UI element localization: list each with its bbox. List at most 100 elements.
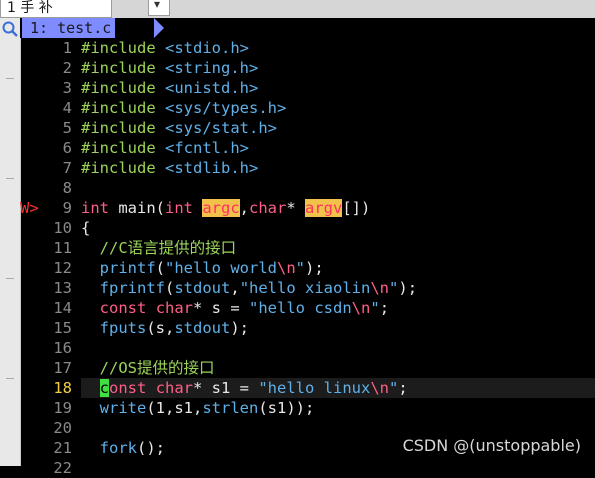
code-line[interactable]: 10 { bbox=[20, 218, 595, 238]
code-line[interactable]: 13 fprintf(stdout,"hello xiaolin\n"); bbox=[20, 278, 595, 298]
code-line[interactable]: 5 #include <sys/stat.h> bbox=[20, 118, 595, 138]
code-token: fputs bbox=[99, 319, 147, 337]
code-line[interactable]: 20 bbox=[20, 418, 595, 438]
code-token: , bbox=[239, 199, 250, 217]
code-line[interactable]: 14 const char* s = "hello csdn\n"; bbox=[20, 298, 595, 318]
code-token: #include bbox=[81, 39, 156, 57]
code-token: <stdio.h> bbox=[165, 39, 249, 57]
code-token: ; bbox=[379, 299, 390, 317]
warning-sign: W> bbox=[20, 199, 39, 217]
code-line[interactable]: 8 bbox=[20, 178, 595, 198]
code-line[interactable]: 17 //OS提供的接口 bbox=[20, 358, 595, 378]
code-token: argv bbox=[305, 199, 343, 217]
code-token: (s1)); bbox=[258, 399, 315, 417]
code-token: //C语言提供的接口 bbox=[99, 239, 237, 257]
line-number: 19 bbox=[53, 399, 72, 417]
code-line[interactable]: 11 //C语言提供的接口 bbox=[20, 238, 595, 258]
code-token: <unistd.h> bbox=[165, 79, 259, 97]
code-token: #include bbox=[81, 119, 156, 137]
code-text: fputs(s,stdout); bbox=[81, 318, 249, 338]
code-token: "hello linux bbox=[258, 379, 371, 397]
line-number: 4 bbox=[62, 99, 72, 117]
code-line[interactable]: 19 write(1,s1,strlen(s1)); bbox=[20, 398, 595, 418]
line-number: 18 bbox=[53, 379, 72, 397]
line-number: 13 bbox=[53, 279, 72, 297]
buffer-tab[interactable]: 1: test.c bbox=[22, 18, 116, 38]
code-line[interactable]: 1 #include <stdio.h> bbox=[20, 38, 595, 58]
code-text: write(1,s1,strlen(s1)); bbox=[81, 398, 315, 418]
code-text: //OS提供的接口 bbox=[81, 358, 215, 378]
sidebar-divider bbox=[6, 378, 14, 379]
code-line[interactable]: 15 fputs(s,stdout); bbox=[20, 318, 595, 338]
code-token: #include bbox=[81, 79, 156, 97]
code-token: #include bbox=[81, 59, 156, 77]
watermark: CSDN @(unstoppable) bbox=[402, 436, 581, 455]
code-token: char bbox=[155, 379, 194, 397]
code-text: #include <unistd.h> bbox=[81, 78, 258, 98]
window-tab-label: 1 手 补 bbox=[7, 0, 53, 16]
code-token: ); bbox=[398, 279, 418, 297]
code-token: (s, bbox=[146, 319, 175, 337]
code-text: //C语言提供的接口 bbox=[81, 238, 237, 258]
code-line[interactable]: W> 9 int main(int argc,char* argv[]) bbox=[20, 198, 595, 218]
code-token: * bbox=[286, 199, 306, 217]
code-line[interactable]: 3 #include <unistd.h> bbox=[20, 78, 595, 98]
code-token: #include bbox=[81, 159, 156, 177]
line-number: 21 bbox=[53, 439, 72, 457]
window-top-strip: 1 手 补 ▾ bbox=[0, 0, 595, 18]
code-token: argc bbox=[202, 199, 240, 217]
code-line[interactable]: 2 #include <string.h> bbox=[20, 58, 595, 78]
code-line[interactable]: 7 #include <stdlib.h> bbox=[20, 158, 595, 178]
search-icon[interactable] bbox=[1, 20, 19, 38]
code-token: "hello xiaolin bbox=[239, 279, 371, 297]
code-token: <sys/types.h> bbox=[165, 99, 287, 117]
vim-tabline: 1: test.c bbox=[20, 18, 595, 38]
line-number: 9 bbox=[62, 199, 72, 217]
code-text: const char* s1 = "hello linux\n"; bbox=[81, 378, 595, 398]
line-number: 7 bbox=[62, 159, 72, 177]
code-token: fork bbox=[99, 439, 137, 457]
sidebar-divider bbox=[6, 78, 14, 79]
code-token: onst bbox=[109, 379, 147, 397]
code-line[interactable]: 6 #include <fcntl.h> bbox=[20, 138, 595, 158]
line-number: 2 bbox=[62, 59, 72, 77]
line-number: 15 bbox=[53, 319, 72, 337]
code-text: const char* s = "hello csdn\n"; bbox=[81, 298, 389, 318]
code-token: * s1 = bbox=[193, 379, 259, 397]
code-token: ); bbox=[305, 259, 324, 277]
window-dropdown-button[interactable]: ▾ bbox=[148, 0, 170, 16]
code-token: "hello csdn bbox=[249, 299, 352, 317]
code-line[interactable]: 16 bbox=[20, 338, 595, 358]
window-tab[interactable]: 1 手 补 bbox=[0, 0, 112, 18]
code-token: \n bbox=[370, 279, 390, 297]
code-token: printf bbox=[99, 259, 156, 277]
code-line[interactable]: 18 const char* s1 = "hello linux\n"; bbox=[20, 378, 595, 398]
code-line[interactable]: 4 #include <sys/types.h> bbox=[20, 98, 595, 118]
text-cursor: c bbox=[99, 379, 110, 397]
code-token: write bbox=[99, 399, 147, 417]
code-token: " bbox=[389, 279, 399, 297]
code-token: " bbox=[370, 299, 380, 317]
code-token: int bbox=[81, 199, 109, 217]
code-line[interactable]: 12 printf("hello world\n"); bbox=[20, 258, 595, 278]
line-number: 3 bbox=[62, 79, 72, 97]
code-token: ( bbox=[155, 259, 166, 277]
line-number: 12 bbox=[53, 259, 72, 277]
code-text: { bbox=[81, 218, 90, 238]
code-token: //OS提供的接口 bbox=[99, 359, 215, 377]
code-text: #include <stdio.h> bbox=[81, 38, 249, 58]
code-token: ); bbox=[230, 319, 250, 337]
code-token: #include bbox=[81, 139, 156, 157]
code-line[interactable]: 22 bbox=[20, 458, 595, 478]
